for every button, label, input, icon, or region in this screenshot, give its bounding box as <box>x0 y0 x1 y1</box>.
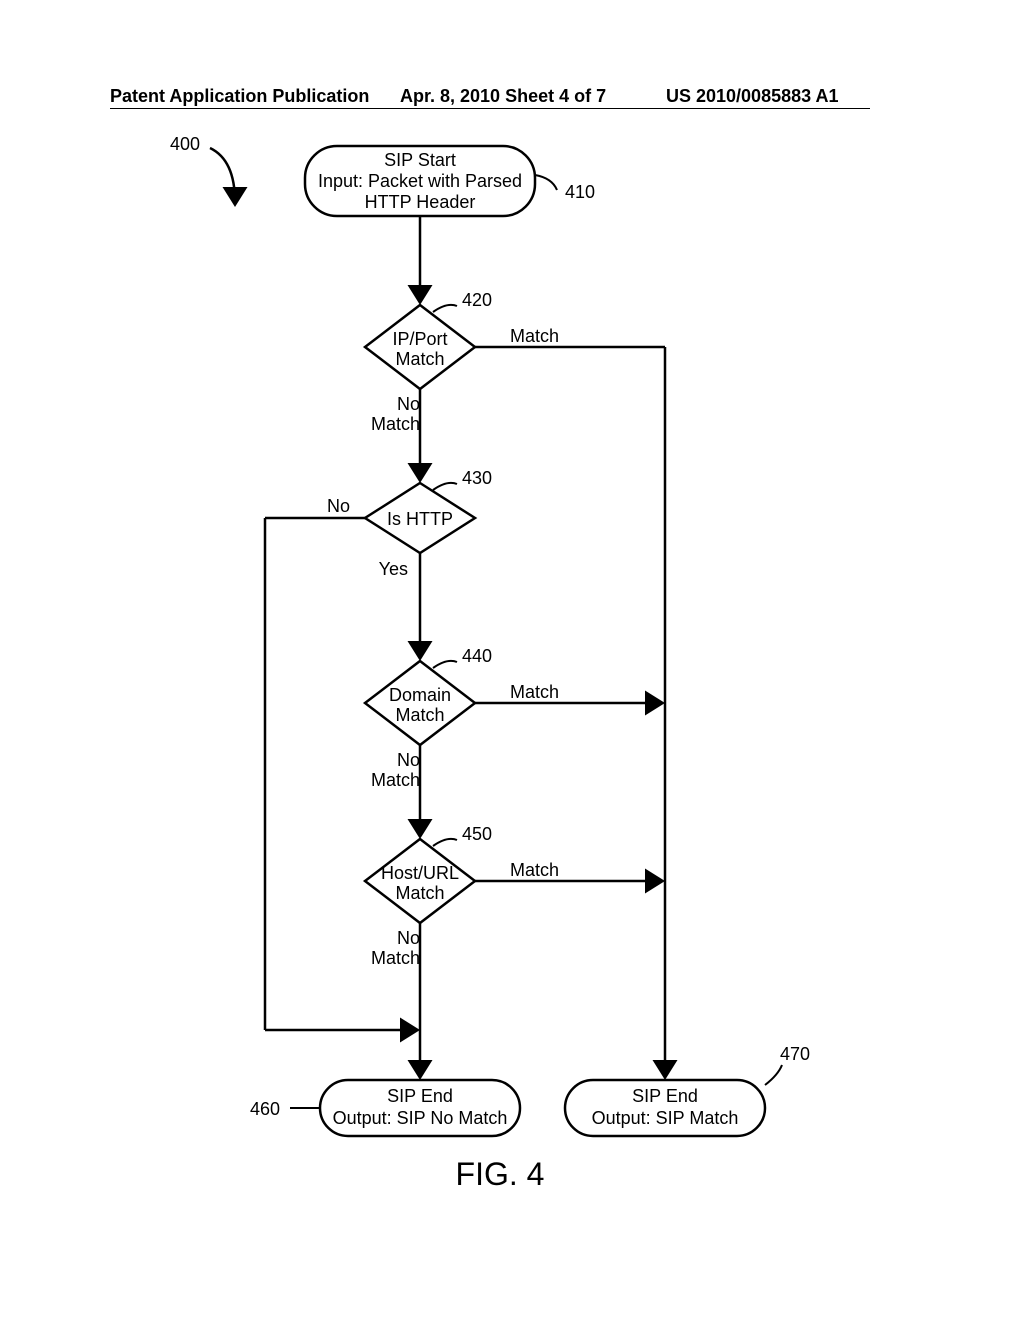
end-node-470: SIP End Output: SIP Match <box>565 1080 765 1136</box>
edge-440-no2: Match <box>371 770 420 790</box>
end460-line1: SIP End <box>387 1086 453 1106</box>
d450-line1: Host/URL <box>381 863 459 883</box>
page: Patent Application Publication Apr. 8, 2… <box>0 0 1024 1320</box>
d420-line2: Match <box>395 349 444 369</box>
decision-430: Is HTTP <box>365 483 475 553</box>
decision-440: Domain Match <box>365 661 475 745</box>
d440-line1: Domain <box>389 685 451 705</box>
start-line2: Input: Packet with Parsed <box>318 171 522 191</box>
edge-430-yes: Yes <box>379 559 408 579</box>
edge-420-no1: No <box>397 394 420 414</box>
decision-450: Host/URL Match <box>365 839 475 923</box>
decision-420: IP/Port Match <box>365 305 475 389</box>
end-node-460: SIP End Output: SIP No Match <box>320 1080 520 1136</box>
flowchart: 400 SIP Start Input: Packet with Parsed … <box>110 120 890 1250</box>
d450-line2: Match <box>395 883 444 903</box>
d430-text: Is HTTP <box>387 509 453 529</box>
header-right: US 2010/0085883 A1 <box>666 86 838 107</box>
edge-450-no2: Match <box>371 948 420 968</box>
start-node: SIP Start Input: Packet with Parsed HTTP… <box>305 146 535 216</box>
edge-420-match: Match <box>510 326 559 346</box>
ref-410: 410 <box>565 182 595 202</box>
figure-caption: FIG. 4 <box>456 1156 545 1192</box>
ref-420: 420 <box>462 290 492 310</box>
ref-430: 430 <box>462 468 492 488</box>
ref-400: 400 <box>170 134 200 154</box>
header-center: Apr. 8, 2010 Sheet 4 of 7 <box>400 86 606 107</box>
edge-430-no: No <box>327 496 350 516</box>
start-line3: HTTP Header <box>365 192 476 212</box>
ref-460: 460 <box>250 1099 280 1119</box>
ref-470: 470 <box>780 1044 810 1064</box>
d440-line2: Match <box>395 705 444 725</box>
leader-410 <box>535 175 557 190</box>
leader-430 <box>433 483 457 490</box>
end470-line1: SIP End <box>632 1086 698 1106</box>
edge-450-match: Match <box>510 860 559 880</box>
edge-440-no1: No <box>397 750 420 770</box>
leader-440 <box>433 661 457 668</box>
edge-440-match: Match <box>510 682 559 702</box>
ref-450: 450 <box>462 824 492 844</box>
leader-450 <box>433 839 457 846</box>
ref-arrow-400 <box>210 148 235 202</box>
edge-420-no2: Match <box>371 414 420 434</box>
leader-420 <box>433 305 457 312</box>
header-left: Patent Application Publication <box>110 86 369 107</box>
leader-470 <box>765 1065 782 1085</box>
edge-450-no1: No <box>397 928 420 948</box>
start-line1: SIP Start <box>384 150 456 170</box>
end470-line2: Output: SIP Match <box>592 1108 739 1128</box>
end460-line2: Output: SIP No Match <box>333 1108 508 1128</box>
header-rule <box>110 108 870 109</box>
ref-440: 440 <box>462 646 492 666</box>
d420-line1: IP/Port <box>392 329 447 349</box>
